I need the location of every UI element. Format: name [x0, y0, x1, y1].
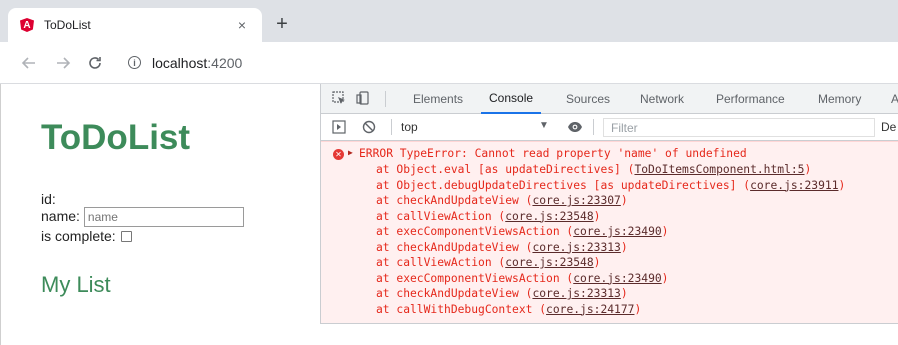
device-toolbar-icon[interactable] [355, 90, 371, 106]
sidebar-toggle-icon[interactable] [331, 119, 347, 135]
stack-frame-end: ) [593, 209, 601, 223]
stack-frame-text: at Object.debugUpdateDirectives [as upda… [376, 178, 751, 192]
id-label: id: [41, 191, 56, 207]
stack-frame-text: at checkAndUpdateView ( [376, 240, 533, 254]
stack-frame-end: ) [838, 178, 846, 192]
tab-elements[interactable]: Elements [413, 84, 463, 114]
stack-frame-end: ) [593, 256, 601, 269]
inspect-element-icon[interactable] [331, 90, 347, 106]
stack-frame-text: at callViewAction ( [376, 209, 506, 223]
complete-row: is complete: [41, 228, 244, 245]
source-link[interactable]: core.js:23548 [505, 256, 593, 269]
stack-frame: at checkAndUpdateView (core.js:23307) [376, 193, 845, 209]
source-link[interactable]: core.js:23911 [750, 179, 838, 192]
reload-icon[interactable] [84, 52, 106, 74]
id-row: id: [41, 191, 244, 208]
stack-trace: at Object.eval [as updateDirectives] (To… [376, 162, 845, 317]
stack-frame: at callWithDebugContext (core.js:24177) [376, 302, 845, 318]
context-select[interactable]: top [401, 120, 418, 134]
stack-frame: at callViewAction (core.js:23548) [376, 209, 845, 225]
source-link[interactable]: core.js:23313 [532, 287, 620, 300]
list-heading: My List [41, 272, 111, 297]
angular-favicon-icon: A [20, 18, 34, 32]
stack-frame-text: at callWithDebugContext ( [376, 302, 547, 316]
console-toolbar: top ▼ Filter De [321, 114, 898, 141]
new-tab-button[interactable]: + [270, 12, 294, 36]
name-label: name: [41, 208, 80, 224]
todo-form: id: name: is complete: [41, 191, 244, 245]
site-info-icon[interactable]: i [128, 56, 141, 69]
forward-arrow-icon[interactable] [52, 52, 74, 74]
stack-frame-text: at checkAndUpdateView ( [376, 287, 533, 300]
page-content: ToDoList id: name: is complete: My List [0, 84, 320, 345]
stack-frame-end: ) [620, 194, 628, 207]
stack-frame: at execComponentViewsAction (core.js:234… [376, 224, 845, 240]
tab-sources[interactable]: Sources [566, 84, 610, 114]
stack-frame-end: ) [620, 240, 628, 254]
source-link[interactable]: ToDoItemsComponent.html:5 [634, 163, 804, 176]
complete-label: is complete: [41, 228, 116, 244]
clear-console-icon[interactable] [361, 119, 377, 135]
stack-frame-end: ) [804, 163, 812, 176]
stack-frame: at callViewAction (core.js:23548) [376, 255, 845, 271]
console-output: ✕ ▶ ERROR TypeError: Cannot read propert… [321, 141, 898, 323]
toolbar-separator [593, 119, 594, 135]
name-input[interactable] [83, 206, 244, 227]
source-link[interactable]: core.js:23490 [573, 225, 661, 238]
stack-frame-end: ) [661, 271, 669, 285]
stack-frame: at checkAndUpdateView (core.js:23313) [376, 286, 845, 302]
context-dropdown-icon[interactable]: ▼ [539, 120, 549, 131]
stack-frame-end: ) [620, 287, 628, 300]
page-title: ToDoList [41, 118, 191, 157]
tab-network[interactable]: Network [640, 84, 684, 114]
devtools-tab-bar: Elements Console Sources Network Perform… [321, 84, 898, 114]
stack-frame-text: at callViewAction ( [376, 256, 506, 269]
browser-tab-strip: A ToDoList × + [0, 0, 898, 42]
browser-toolbar: i localhost:4200 [0, 42, 898, 84]
source-link[interactable]: core.js:24177 [546, 303, 634, 316]
tab-console[interactable]: Console [481, 84, 542, 114]
console-filter-input[interactable]: Filter [603, 118, 875, 137]
back-arrow-icon[interactable] [18, 52, 40, 74]
name-row: name: [41, 206, 244, 227]
error-message: ERROR TypeError: Cannot read property 'n… [359, 147, 747, 160]
expand-triangle-icon[interactable]: ▶ [348, 148, 353, 157]
stack-frame: at execComponentViewsAction (core.js:234… [376, 271, 845, 287]
stack-frame-text: at execComponentViewsAction ( [376, 271, 574, 285]
source-link[interactable]: core.js:23307 [532, 194, 620, 207]
stack-frame-text: at execComponentViewsAction ( [376, 225, 574, 238]
tab-overflow[interactable]: A [891, 84, 898, 114]
error-icon: ✕ [333, 149, 344, 160]
is-complete-checkbox[interactable] [120, 231, 132, 242]
source-link[interactable]: core.js:23548 [505, 210, 593, 223]
tab-separator [385, 91, 386, 107]
log-levels-dropdown[interactable]: De [881, 120, 896, 134]
stack-frame-end: ) [661, 225, 669, 238]
tab-memory[interactable]: Memory [818, 84, 861, 114]
source-link[interactable]: core.js:23313 [532, 241, 620, 254]
browser-tab[interactable]: A ToDoList × [8, 8, 262, 42]
stack-frame: at Object.eval [as updateDirectives] (To… [376, 162, 845, 178]
close-tab-icon[interactable]: × [234, 17, 250, 33]
eye-icon[interactable] [567, 119, 583, 135]
toolbar-separator [391, 119, 392, 135]
stack-frame: at Object.debugUpdateDirectives [as upda… [376, 178, 845, 194]
url-host: localhost [152, 55, 208, 71]
url-port: :4200 [207, 55, 243, 71]
stack-frame: at checkAndUpdateView (core.js:23313) [376, 240, 845, 256]
source-link[interactable]: core.js:23490 [573, 272, 661, 285]
stack-frame-text: at checkAndUpdateView ( [376, 194, 533, 207]
devtools-panel: Elements Console Sources Network Perform… [320, 84, 898, 324]
tab-title: ToDoList [44, 18, 91, 32]
stack-frame-end: ) [634, 302, 642, 316]
address-bar[interactable]: localhost:4200 [152, 55, 242, 71]
stack-frame-text: at Object.eval [as updateDirectives] ( [376, 163, 635, 176]
tab-performance[interactable]: Performance [716, 84, 785, 114]
